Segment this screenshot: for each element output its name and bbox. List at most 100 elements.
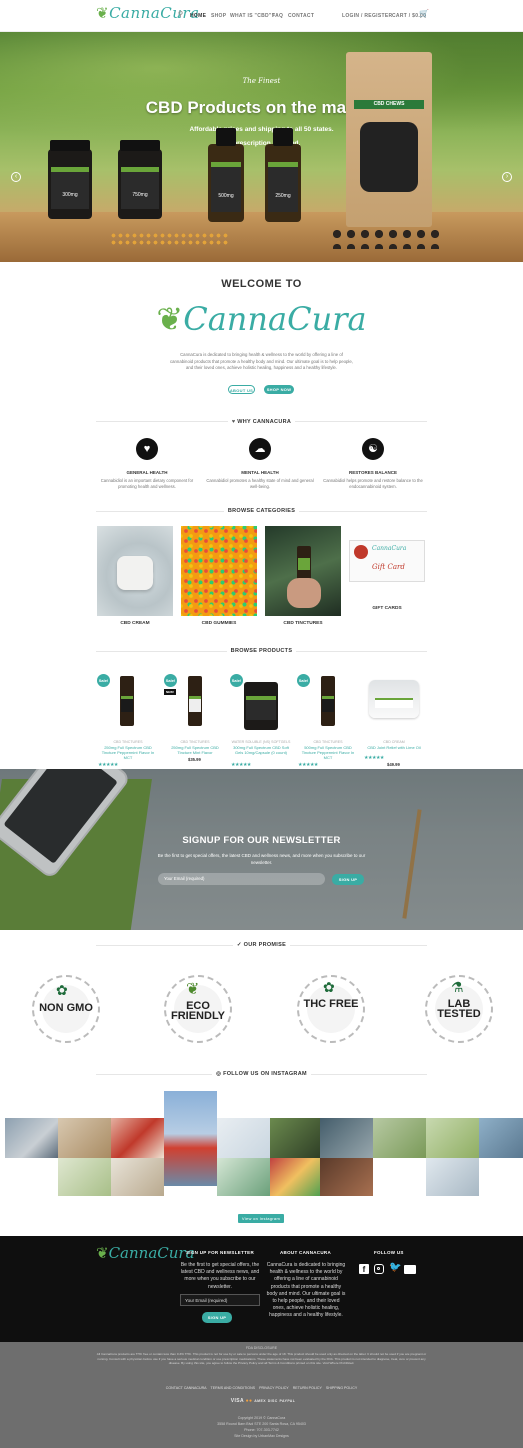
- rating-stars: ★★★★★: [231, 762, 251, 768]
- cbd-chews-bag: CBD CHEWS: [346, 52, 432, 227]
- lab-tested-badge: ⚗ LAB TESTED: [425, 975, 493, 1043]
- footer-link-shipping[interactable]: SHIPPING POLICY: [326, 1386, 357, 1390]
- nav-shop[interactable]: SHOP: [211, 13, 226, 19]
- product-name[interactable]: 250mg Full Spectrum CBD Tincture Mint Fl…: [164, 745, 226, 755]
- instagram-photo[interactable]: [373, 1118, 426, 1158]
- about-us-button[interactable]: ABOUT US: [228, 385, 255, 394]
- instagram-photo[interactable]: [111, 1158, 164, 1196]
- email-icon[interactable]: [404, 1265, 416, 1274]
- nav-home[interactable]: HOME: [190, 13, 206, 19]
- hand: [287, 578, 321, 608]
- footer-link-return[interactable]: RETURN POLICY: [293, 1386, 322, 1390]
- twitter-icon[interactable]: 🐦: [389, 1262, 401, 1273]
- login-register-link[interactable]: LOGIN / REGISTER: [342, 13, 392, 19]
- instagram-photo[interactable]: [111, 1118, 164, 1158]
- softgel-jar-300: 300mg: [48, 140, 92, 219]
- product-price: $49.99: [387, 762, 400, 767]
- feature-title: MENTAL HEALTH: [241, 470, 279, 475]
- nav-what-is-cbd[interactable]: WHAT IS "CBD"?: [230, 13, 275, 19]
- shop-now-button[interactable]: SHOP NOW: [264, 385, 294, 394]
- category-cbd-tinctures-image[interactable]: [265, 526, 341, 616]
- category-label[interactable]: CBD CREAM: [97, 621, 173, 626]
- hero-background-foliage: [0, 32, 523, 152]
- newsletter-email-input[interactable]: Your Email (required): [158, 873, 325, 885]
- non-gmo-badge: ✿ NON GMO: [32, 975, 100, 1043]
- copyright: Copyright 2019 © CannaCura: [237, 1416, 286, 1420]
- search-icon[interactable]: ⚲: [178, 10, 183, 18]
- hero-next-arrow[interactable]: ›: [502, 172, 512, 182]
- instagram-photo[interactable]: [164, 1091, 217, 1186]
- nav-contact[interactable]: CONTACT: [288, 13, 314, 19]
- instagram-photo[interactable]: [58, 1158, 111, 1196]
- rating-stars: ★★★★★: [364, 755, 384, 761]
- product-category: CBD TINCTURES: [180, 740, 210, 744]
- amex-icon: AMEX: [254, 1399, 266, 1403]
- footer-links: CONTACT CANNACURA TERMS AND CONDITIONS P…: [0, 1386, 523, 1390]
- category-label[interactable]: CBD GUMMIES: [181, 621, 257, 626]
- category-cbd-cream-image[interactable]: [97, 526, 173, 616]
- cart-icon[interactable]: 🛒: [419, 9, 429, 18]
- category-cbd-gummies-image[interactable]: [181, 526, 257, 616]
- nav-faq[interactable]: FAQ: [272, 13, 283, 19]
- newsletter-signup-button[interactable]: SIGN UP: [332, 874, 364, 885]
- footer-link-contact[interactable]: CONTACT CANNACURA: [166, 1386, 207, 1390]
- payment-icons: VISA ●● AMEX DISC PAYPAL: [218, 1398, 308, 1408]
- heart-monitor-icon: ♥: [136, 438, 158, 460]
- categories-heading: BROWSE CATEGORIES: [0, 508, 523, 514]
- instagram-photo[interactable]: [320, 1118, 373, 1158]
- instagram-photo[interactable]: [320, 1158, 373, 1196]
- why-heading: ♥ WHY CANNACURA: [0, 419, 523, 425]
- instagram-photo[interactable]: [5, 1118, 58, 1158]
- footer-link-privacy[interactable]: PRIVACY POLICY: [259, 1386, 289, 1390]
- product-name[interactable]: CBD Joint Relief with Lime Oil: [363, 745, 425, 750]
- cream-jar: [117, 556, 153, 590]
- hero-prev-arrow[interactable]: ‹: [11, 172, 21, 182]
- sale-badge: Sale!: [230, 674, 243, 687]
- newsletter-heading: SIGNUP FOR OUR NEWSLETTER: [182, 835, 341, 846]
- product-price: $35.99: [188, 757, 201, 762]
- instagram-photo[interactable]: [479, 1118, 523, 1158]
- hero-kicker: The Finest: [242, 77, 281, 85]
- instagram-photo[interactable]: [217, 1118, 270, 1158]
- instagram-photo[interactable]: [270, 1158, 320, 1196]
- eco-friendly-badge: ❦ ECO FRIENDLY: [164, 975, 232, 1043]
- footer-logo[interactable]: ❦CannaCura: [96, 1244, 195, 1262]
- view-on-instagram-button[interactable]: View on Instagram: [238, 1214, 284, 1223]
- category-label[interactable]: GIFT CARDS: [349, 606, 425, 611]
- instagram-icon[interactable]: [374, 1264, 384, 1274]
- sale-badge: Sale!: [297, 674, 310, 687]
- site-footer: ❦CannaCura SIGN UP FOR NEWSLETTER Be the…: [0, 1236, 523, 1342]
- product-name[interactable]: 500mg Full Spectrum CBD Tincture Pepperm…: [297, 745, 359, 760]
- instagram-photo[interactable]: [426, 1158, 479, 1196]
- products-heading: BROWSE PRODUCTS: [0, 648, 523, 654]
- footer-about-heading: ABOUT CANNACURA: [280, 1250, 331, 1255]
- product-name[interactable]: 250mg Full Spectrum CBD Tincture Pepperm…: [97, 745, 159, 760]
- bottom-bar: FDA DISCLOSURE All CannaCura products ar…: [0, 1342, 523, 1448]
- footer-signup-text: Be the first to get special offers, the …: [180, 1262, 260, 1290]
- gift-card-logo: CannaCura: [372, 545, 407, 552]
- category-gift-cards-image[interactable]: CannaCura Gift Card: [349, 526, 425, 616]
- chews-pile: [330, 227, 440, 249]
- new-badge: NEW!: [164, 689, 176, 695]
- instagram-photo[interactable]: [58, 1118, 111, 1158]
- instagram-photo[interactable]: [426, 1118, 479, 1158]
- footer-email-input[interactable]: Your Email (required): [180, 1294, 260, 1306]
- feature-description: Cannabidiol is an important dietary comp…: [100, 478, 194, 489]
- category-label[interactable]: CBD TINCTURES: [265, 621, 341, 626]
- facebook-icon[interactable]: f: [359, 1264, 369, 1274]
- feature-description: Cannabidiol helps promote and restore ba…: [323, 478, 423, 489]
- footer-link-terms[interactable]: TERMS AND CONDITIONS: [211, 1386, 256, 1390]
- instagram-photo[interactable]: [270, 1118, 320, 1158]
- site-credit[interactable]: Site Design by UrbanMax Designs: [0, 1434, 523, 1439]
- tincture-bottle-500: 500mg: [208, 128, 244, 222]
- product-image[interactable]: [363, 666, 425, 738]
- hero-subtitle-1: Affordable prices and shipping to all 50…: [189, 126, 334, 133]
- footer-signup-button[interactable]: SIGN UP: [202, 1312, 232, 1323]
- header-logo[interactable]: ❦CannaCura: [96, 4, 200, 22]
- product-name[interactable]: 300mg Full Spectrum CBD Soft Gels 10mg/C…: [230, 745, 292, 755]
- flask-icon: ⚗: [451, 979, 464, 995]
- welcome-logo: ❦CannaCura: [156, 300, 367, 338]
- phone: Phone: 707-303-7742: [244, 1428, 279, 1432]
- paypal-icon: PAYPAL: [279, 1399, 296, 1403]
- instagram-photo[interactable]: [217, 1158, 270, 1196]
